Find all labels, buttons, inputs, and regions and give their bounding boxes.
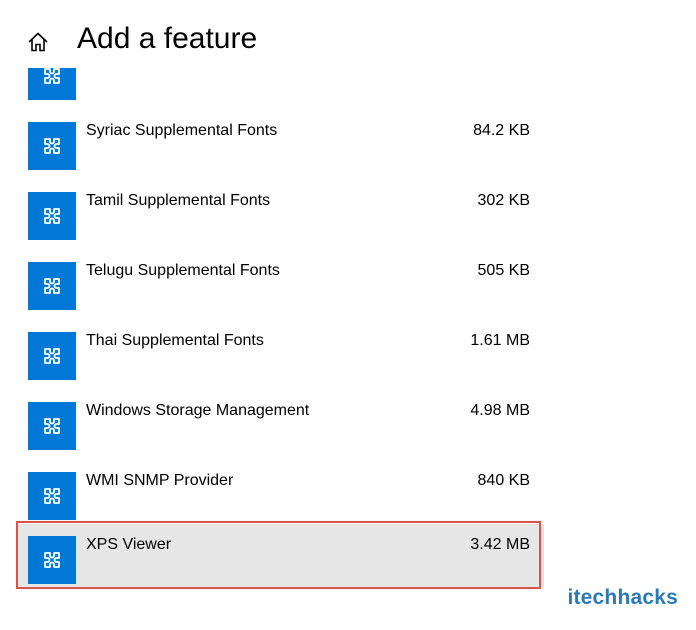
- feature-name: Thai Supplemental Fonts: [86, 332, 264, 349]
- feature-name: XPS Viewer: [86, 536, 172, 553]
- feature-name: WMI SNMP Provider: [86, 472, 234, 489]
- feature-size: 1.61 MB: [470, 332, 530, 349]
- watermark-logo: itechhacks: [567, 586, 678, 609]
- feature-item-telugu-supplemental-fonts[interactable]: Telugu Supplemental Fonts 505 KB: [18, 250, 544, 314]
- feature-name: Telugu Supplemental Fonts: [86, 262, 280, 279]
- settings-page: Syriac Supplemental Fonts 84.2 KB Tamil …: [0, 0, 696, 630]
- home-button[interactable]: [24, 30, 52, 58]
- page-header: Add a feature: [0, 0, 696, 68]
- feature-item-xps-viewer[interactable]: XPS Viewer 3.42 MB: [18, 524, 544, 588]
- puzzle-icon: [28, 472, 76, 520]
- puzzle-icon: [28, 262, 76, 310]
- home-icon: [27, 31, 49, 58]
- feature-item-syriac-supplemental-fonts[interactable]: Syriac Supplemental Fonts 84.2 KB: [18, 110, 544, 174]
- feature-item-thai-supplemental-fonts[interactable]: Thai Supplemental Fonts 1.61 MB: [18, 320, 544, 384]
- feature-size: 505 KB: [477, 262, 530, 279]
- puzzle-icon: [28, 332, 76, 380]
- feature-size: 3.42 MB: [470, 536, 530, 553]
- feature-item-tamil-supplemental-fonts[interactable]: Tamil Supplemental Fonts 302 KB: [18, 180, 544, 244]
- feature-item-wmi-snmp-provider[interactable]: WMI SNMP Provider 840 KB: [18, 460, 544, 524]
- puzzle-icon: [28, 402, 76, 450]
- puzzle-icon: [28, 192, 76, 240]
- feature-size: 840 KB: [477, 472, 530, 489]
- feature-item-windows-storage-management[interactable]: Windows Storage Management 4.98 MB: [18, 390, 544, 454]
- feature-name: Windows Storage Management: [86, 402, 310, 419]
- feature-size: 84.2 KB: [473, 122, 530, 139]
- puzzle-icon: [28, 536, 76, 584]
- puzzle-icon: [28, 122, 76, 170]
- feature-size: 4.98 MB: [470, 402, 530, 419]
- page-title: Add a feature: [77, 22, 258, 55]
- feature-size: 302 KB: [477, 192, 530, 209]
- feature-name: Tamil Supplemental Fonts: [86, 192, 271, 209]
- feature-name: Syriac Supplemental Fonts: [86, 122, 278, 139]
